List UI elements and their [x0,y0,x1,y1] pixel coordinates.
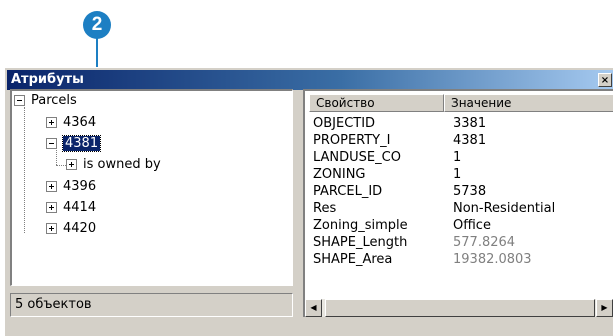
property-value: Non-Residential [453,201,556,216]
tree-item-label: 4396 [63,179,97,194]
tree-root-parcels[interactable]: Parcels [14,91,77,111]
expand-icon[interactable] [46,181,57,192]
expand-icon[interactable] [46,223,57,234]
tree-item-4396[interactable]: 4396 [46,177,96,197]
tree-item-4364[interactable]: 4364 [46,113,96,133]
scroll-thumb[interactable] [325,299,595,317]
table-row[interactable]: PARCEL_ID 5738 [313,183,486,200]
tree-item-4420[interactable]: 4420 [46,219,96,239]
table-row[interactable]: ZONING 1 [313,166,461,183]
tree-item-label: 4364 [63,115,97,130]
expand-icon[interactable] [66,159,77,170]
property-value: 577.8264 [453,235,516,250]
collapse-icon[interactable] [46,138,57,149]
tree-item-label-selected: 4381 [61,135,102,152]
table-row[interactable]: LANDUSE_CO 1 [313,149,461,166]
property-value: 5738 [453,184,487,199]
property-value: 3381 [453,116,487,131]
column-header-value[interactable]: Значение [444,94,613,112]
status-bar: 5 объектов [10,293,293,317]
property-name: OBJECTID [313,116,376,131]
feature-tree[interactable]: Parcels 4364 4381 is owned by 4396 4414 … [10,89,293,286]
tree-item-is-owned-by[interactable]: is owned by [66,155,161,175]
column-header-property[interactable]: Свойство [309,94,444,112]
property-grid[interactable]: Свойство Значение OBJECTID 3381 PROPERTY_… [303,89,613,317]
expand-icon[interactable] [46,202,57,213]
property-value: 19382.0803 [453,252,532,267]
property-name: PROPERTY_I [313,133,391,148]
property-value: 1 [453,150,462,165]
window-title: Атрибуты [11,72,84,87]
table-row[interactable]: OBJECTID 3381 [313,115,486,132]
table-row[interactable]: SHAPE_Area 19382.0803 [313,251,532,268]
table-row[interactable]: PROPERTY_I 4381 [313,132,486,149]
tree-root-label: Parcels [31,93,77,108]
table-row[interactable]: Zoning_simple Office [313,217,491,234]
property-value: 1 [453,167,462,182]
tree-connector [24,107,25,233]
callout-marker: 2 [83,11,111,39]
title-bar[interactable]: Атрибуты × [7,70,613,90]
tree-item-4414[interactable]: 4414 [46,198,96,218]
property-name: Zoning_simple [313,218,408,233]
tree-item-label: 4420 [63,221,97,236]
scroll-right-button[interactable]: ▶ [596,299,613,317]
table-row[interactable]: Res Non-Residential [313,200,555,217]
property-name: PARCEL_ID [313,184,383,199]
property-name: SHAPE_Length [313,235,408,250]
property-name: ZONING [313,167,366,182]
horizontal-scrollbar[interactable]: ◀ ▶ [305,299,613,317]
close-button[interactable]: × [598,73,612,87]
tree-item-label: is owned by [83,157,161,172]
property-name: SHAPE_Area [313,252,393,267]
property-name: Res [313,201,337,216]
collapse-icon[interactable] [14,95,25,106]
table-row[interactable]: SHAPE_Length 577.8264 [313,234,515,251]
tree-connector [56,165,66,166]
property-value: 4381 [453,133,487,148]
tree-item-label: 4414 [63,200,97,215]
tree-item-4381[interactable]: 4381 [46,134,102,154]
scroll-left-button[interactable]: ◀ [305,299,322,317]
expand-icon[interactable] [46,117,57,128]
property-name: LANDUSE_CO [313,150,401,165]
property-value: Office [453,218,491,233]
